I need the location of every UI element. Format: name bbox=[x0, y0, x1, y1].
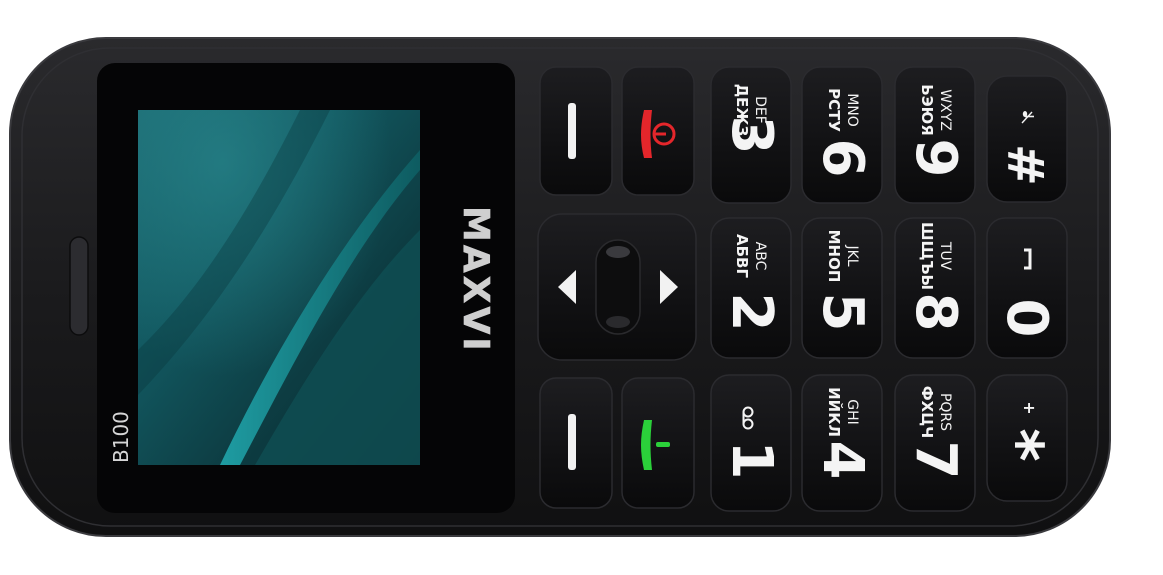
left-soft-key[interactable] bbox=[539, 377, 613, 509]
key-digit: 5 bbox=[810, 293, 875, 332]
key-letters-lat: DEF bbox=[752, 96, 768, 124]
key-8[interactable]: 8 ШЩЪЫ TUV bbox=[894, 217, 976, 359]
key-letters-lat: PQRS bbox=[937, 393, 953, 431]
key-digit: 0 bbox=[994, 299, 1059, 338]
key-symbol: # bbox=[996, 144, 1054, 186]
key-2[interactable]: 2 АБВГ ABC bbox=[710, 217, 792, 359]
phone-photo: B100 MAXVI 3 ДЕЖЗ DEF 2 АБВГ ABC 1 6 РСТ… bbox=[9, 37, 1111, 537]
key-digit: 2 bbox=[719, 293, 784, 332]
key-letters-cyr: ДЕЖЗ bbox=[733, 84, 751, 137]
brand-logo: MAXVI bbox=[455, 206, 496, 354]
right-soft-key[interactable] bbox=[539, 66, 613, 196]
key-letters-lat: WXYZ bbox=[937, 89, 953, 131]
display-screen bbox=[138, 110, 420, 465]
key-letters-cyr: ИЙКЛ bbox=[825, 387, 844, 437]
key-hash[interactable]: # bbox=[986, 75, 1068, 203]
key-letters-cyr: РСТУ bbox=[825, 88, 843, 132]
model-label: B100 bbox=[109, 411, 133, 463]
key-sub: + bbox=[1020, 401, 1039, 414]
key-letters-cyr: МНОП bbox=[825, 230, 843, 283]
key-digit: 8 bbox=[903, 293, 968, 332]
key-letters-lat: MNO bbox=[844, 93, 860, 127]
key-star[interactable]: * + bbox=[981, 374, 1068, 502]
key-1[interactable]: 1 bbox=[710, 374, 792, 512]
earpiece-speaker bbox=[69, 236, 89, 336]
soft-key-dash-icon bbox=[568, 414, 576, 470]
key-letters-lat: TUV bbox=[937, 241, 953, 271]
key-digit: 7 bbox=[903, 441, 968, 480]
key-symbol: * bbox=[981, 428, 1055, 461]
key-letters-cyr: ШЩЪЫ bbox=[918, 222, 936, 290]
call-key[interactable] bbox=[621, 377, 695, 509]
key-3[interactable]: 3 ДЕЖЗ DEF bbox=[710, 66, 792, 204]
key-7[interactable]: 7 ФХЦЧ PQRS bbox=[894, 374, 976, 512]
soft-key-dash-icon bbox=[568, 103, 576, 159]
key-9[interactable]: 9 ЬЭЮЯ WXYZ bbox=[894, 66, 976, 204]
key-digit: 9 bbox=[903, 139, 968, 178]
key-digit: 4 bbox=[810, 441, 875, 480]
key-0[interactable]: 0 bbox=[986, 217, 1068, 359]
end-call-key[interactable] bbox=[621, 66, 695, 196]
key-letters-cyr: ЬЭЮЯ bbox=[918, 84, 936, 136]
key-digit: 1 bbox=[719, 441, 784, 480]
key-letters-cyr: АБВГ bbox=[733, 234, 751, 278]
key-letters-lat: JKL bbox=[844, 244, 860, 266]
key-letters-lat: ABC bbox=[752, 242, 768, 271]
navigation-pad[interactable] bbox=[537, 213, 697, 361]
key-4[interactable]: 4 ИЙКЛ GHI bbox=[801, 374, 883, 512]
key-5[interactable]: 5 МНОП JKL bbox=[801, 217, 883, 359]
key-6[interactable]: 6 РСТУ MNO bbox=[801, 66, 883, 204]
key-digit: 6 bbox=[810, 139, 875, 178]
key-letters-lat: GHI bbox=[844, 399, 860, 425]
key-letters-cyr: ФХЦЧ bbox=[918, 386, 936, 438]
